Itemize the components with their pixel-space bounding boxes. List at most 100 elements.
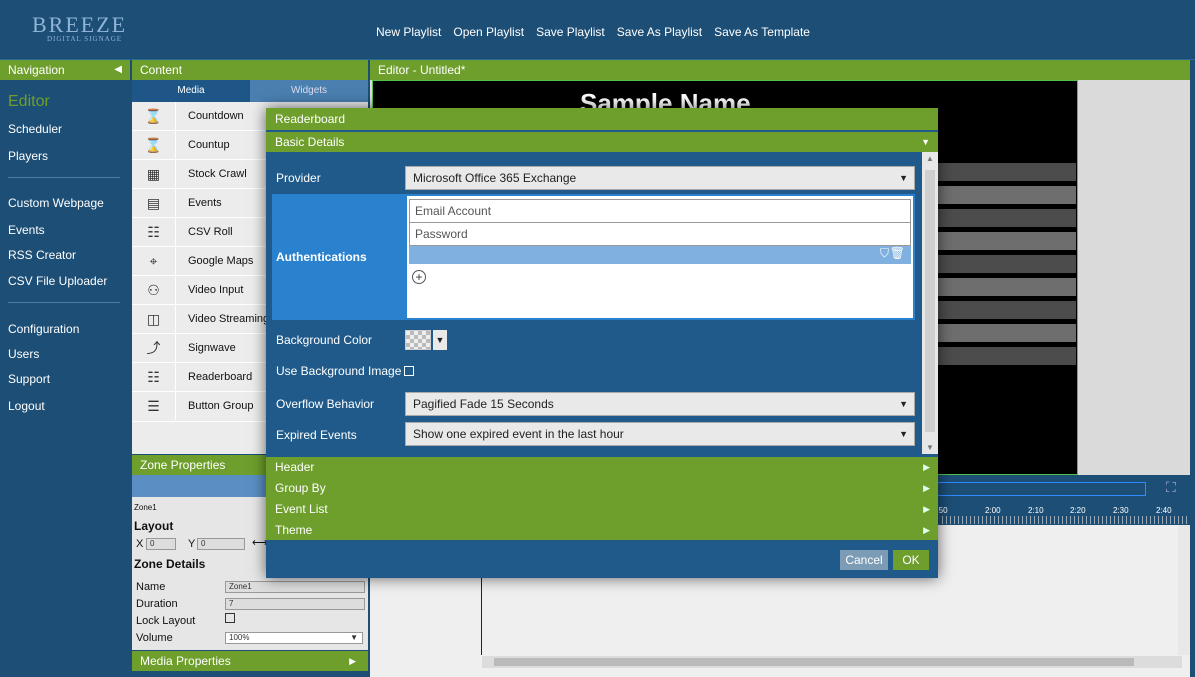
nav-item-support[interactable]: Support <box>8 372 50 386</box>
group-by-section[interactable]: Group By ▶ <box>266 478 938 499</box>
zone-name-input[interactable]: Zone1 <box>225 581 365 593</box>
password-field[interactable]: Password <box>409 223 911 246</box>
add-authentication-icon[interactable]: + <box>412 270 426 284</box>
dialog-scrollbar[interactable]: ▲ ▼ <box>922 152 938 454</box>
theme-section[interactable]: Theme ▶ <box>266 520 938 541</box>
nav-item-logout[interactable]: Logout <box>8 399 45 413</box>
color-dropdown-icon[interactable]: ▼ <box>433 330 447 350</box>
content-tabs: Media Widgets <box>132 80 368 102</box>
timeline-vertical-scrollbar[interactable] <box>1178 525 1190 655</box>
expired-events-select[interactable]: Show one expired event in the last hour … <box>405 422 915 446</box>
tab-media[interactable]: Media <box>132 80 250 102</box>
hourglass-icon: ⌛ <box>132 102 176 130</box>
expired-events-label: Expired Events <box>276 428 357 442</box>
nav-item-scheduler[interactable]: Scheduler <box>8 122 62 136</box>
nav-item-configuration[interactable]: Configuration <box>8 322 79 336</box>
top-menu: New Playlist Open Playlist Save Playlist… <box>376 25 810 39</box>
scroll-down-icon[interactable]: ▼ <box>926 443 934 452</box>
scroll-thumb[interactable] <box>494 658 1134 666</box>
nav-item-editor[interactable]: Editor <box>8 93 50 111</box>
nav-item-csv-file-uploader[interactable]: CSV File Uploader <box>8 274 107 288</box>
authentication-row-selected[interactable]: ⛉ 🗑 <box>409 246 911 264</box>
background-color-swatch[interactable] <box>405 330 431 350</box>
section-label: Theme <box>275 523 313 537</box>
volume-label: Volume <box>136 632 173 644</box>
widget-label: Button Group <box>188 400 254 412</box>
navigation-title: Navigation <box>8 63 65 77</box>
widget-label: Stock Crawl <box>188 168 247 180</box>
y-input[interactable]: 0 <box>197 538 245 550</box>
volume-value: 100% <box>229 633 250 642</box>
nav-item-events[interactable]: Events <box>8 223 45 237</box>
overflow-behavior-select[interactable]: Pagified Fade 15 Seconds ▼ <box>405 392 915 416</box>
layout-heading: Layout <box>134 519 174 533</box>
basic-details-section-header[interactable]: Basic Details ▼ <box>266 132 938 152</box>
zone-name-label: Zone1 <box>134 503 157 512</box>
nav-item-custom-webpage[interactable]: Custom Webpage <box>8 196 104 210</box>
trash-icon[interactable]: 🗑 <box>890 246 905 260</box>
provider-label: Provider <box>276 171 321 185</box>
fullscreen-icon[interactable]: ⛶ <box>1166 479 1176 496</box>
new-playlist-button[interactable]: New Playlist <box>376 25 441 39</box>
dialog-footer <box>266 540 938 578</box>
navigation-header: Navigation ◀ <box>0 60 130 80</box>
zone-details-heading: Zone Details <box>134 557 206 571</box>
scroll-up-icon[interactable]: ▲ <box>926 154 934 163</box>
volume-select[interactable]: 100% ▼ <box>225 632 363 644</box>
shield-check-icon[interactable]: ⛉ <box>880 246 889 261</box>
hourglass-icon: ⌛ <box>132 131 176 159</box>
basic-details-title: Basic Details <box>275 135 345 149</box>
dropdown-caret-icon: ▼ <box>350 633 358 642</box>
calendar-icon: ▤ <box>132 189 176 217</box>
collapse-left-icon[interactable]: ◀ <box>114 60 122 80</box>
nav-item-users[interactable]: Users <box>8 347 39 361</box>
header-section[interactable]: Header ▶ <box>266 457 938 478</box>
email-account-field[interactable]: Email Account <box>409 199 911 223</box>
y-label: Y <box>188 538 196 550</box>
use-background-image-checkbox[interactable] <box>404 366 414 376</box>
media-properties-title: Media Properties <box>140 654 231 668</box>
media-properties-header[interactable]: Media Properties ▶ <box>132 651 368 671</box>
timeline-progress-bar[interactable] <box>930 482 1146 496</box>
widget-label: Google Maps <box>188 255 254 267</box>
cancel-button[interactable]: Cancel <box>840 550 888 570</box>
table-icon: ☷ <box>132 218 176 246</box>
button-group-icon: ☰ <box>132 392 176 420</box>
section-label: Event List <box>275 502 328 516</box>
nav-item-rss-creator[interactable]: RSS Creator <box>8 248 76 262</box>
ok-button[interactable]: OK <box>893 550 929 570</box>
preview-row <box>938 163 1076 181</box>
preview-row <box>938 278 1076 296</box>
nav-item-players[interactable]: Players <box>8 149 48 163</box>
dropdown-caret-icon: ▼ <box>899 429 908 439</box>
tick-label: 2:20 <box>1070 506 1086 515</box>
save-as-template-button[interactable]: Save As Template <box>714 25 810 39</box>
save-as-playlist-button[interactable]: Save As Playlist <box>617 25 702 39</box>
dialog-title: Readerboard <box>266 108 938 130</box>
timeline-horizontal-scrollbar[interactable] <box>482 656 1182 668</box>
bar-chart-icon: ▦ <box>132 160 176 188</box>
widget-label: Signwave <box>188 342 236 354</box>
logo-sub: DIGITAL SIGNAGE <box>47 35 123 43</box>
expand-right-icon: ▶ <box>923 483 930 493</box>
preview-row <box>938 301 1076 319</box>
tab-widgets[interactable]: Widgets <box>250 80 368 102</box>
provider-select[interactable]: Microsoft Office 365 Exchange ▼ <box>405 166 915 190</box>
duration-input[interactable]: 7 <box>225 598 365 610</box>
content-header: Content <box>132 60 368 80</box>
x-input[interactable]: 0 <box>146 538 176 550</box>
expand-right-icon: ▶ <box>923 504 930 514</box>
scroll-thumb[interactable] <box>925 170 935 432</box>
timeline-ticks <box>942 516 1188 524</box>
event-list-section[interactable]: Event List ▶ <box>266 499 938 520</box>
lock-layout-checkbox[interactable] <box>225 613 235 623</box>
save-playlist-button[interactable]: Save Playlist <box>536 25 605 39</box>
zone-properties-title: Zone Properties <box>140 458 226 472</box>
expand-right-icon: ▶ <box>923 525 930 535</box>
breeze-logo[interactable]: BREEZE DIGITAL SIGNAGE <box>22 12 132 48</box>
preview-row <box>938 255 1076 273</box>
open-playlist-button[interactable]: Open Playlist <box>453 25 524 39</box>
preview-row <box>938 232 1076 250</box>
widget-label: Countdown <box>188 110 244 122</box>
section-label: Group By <box>275 481 326 495</box>
